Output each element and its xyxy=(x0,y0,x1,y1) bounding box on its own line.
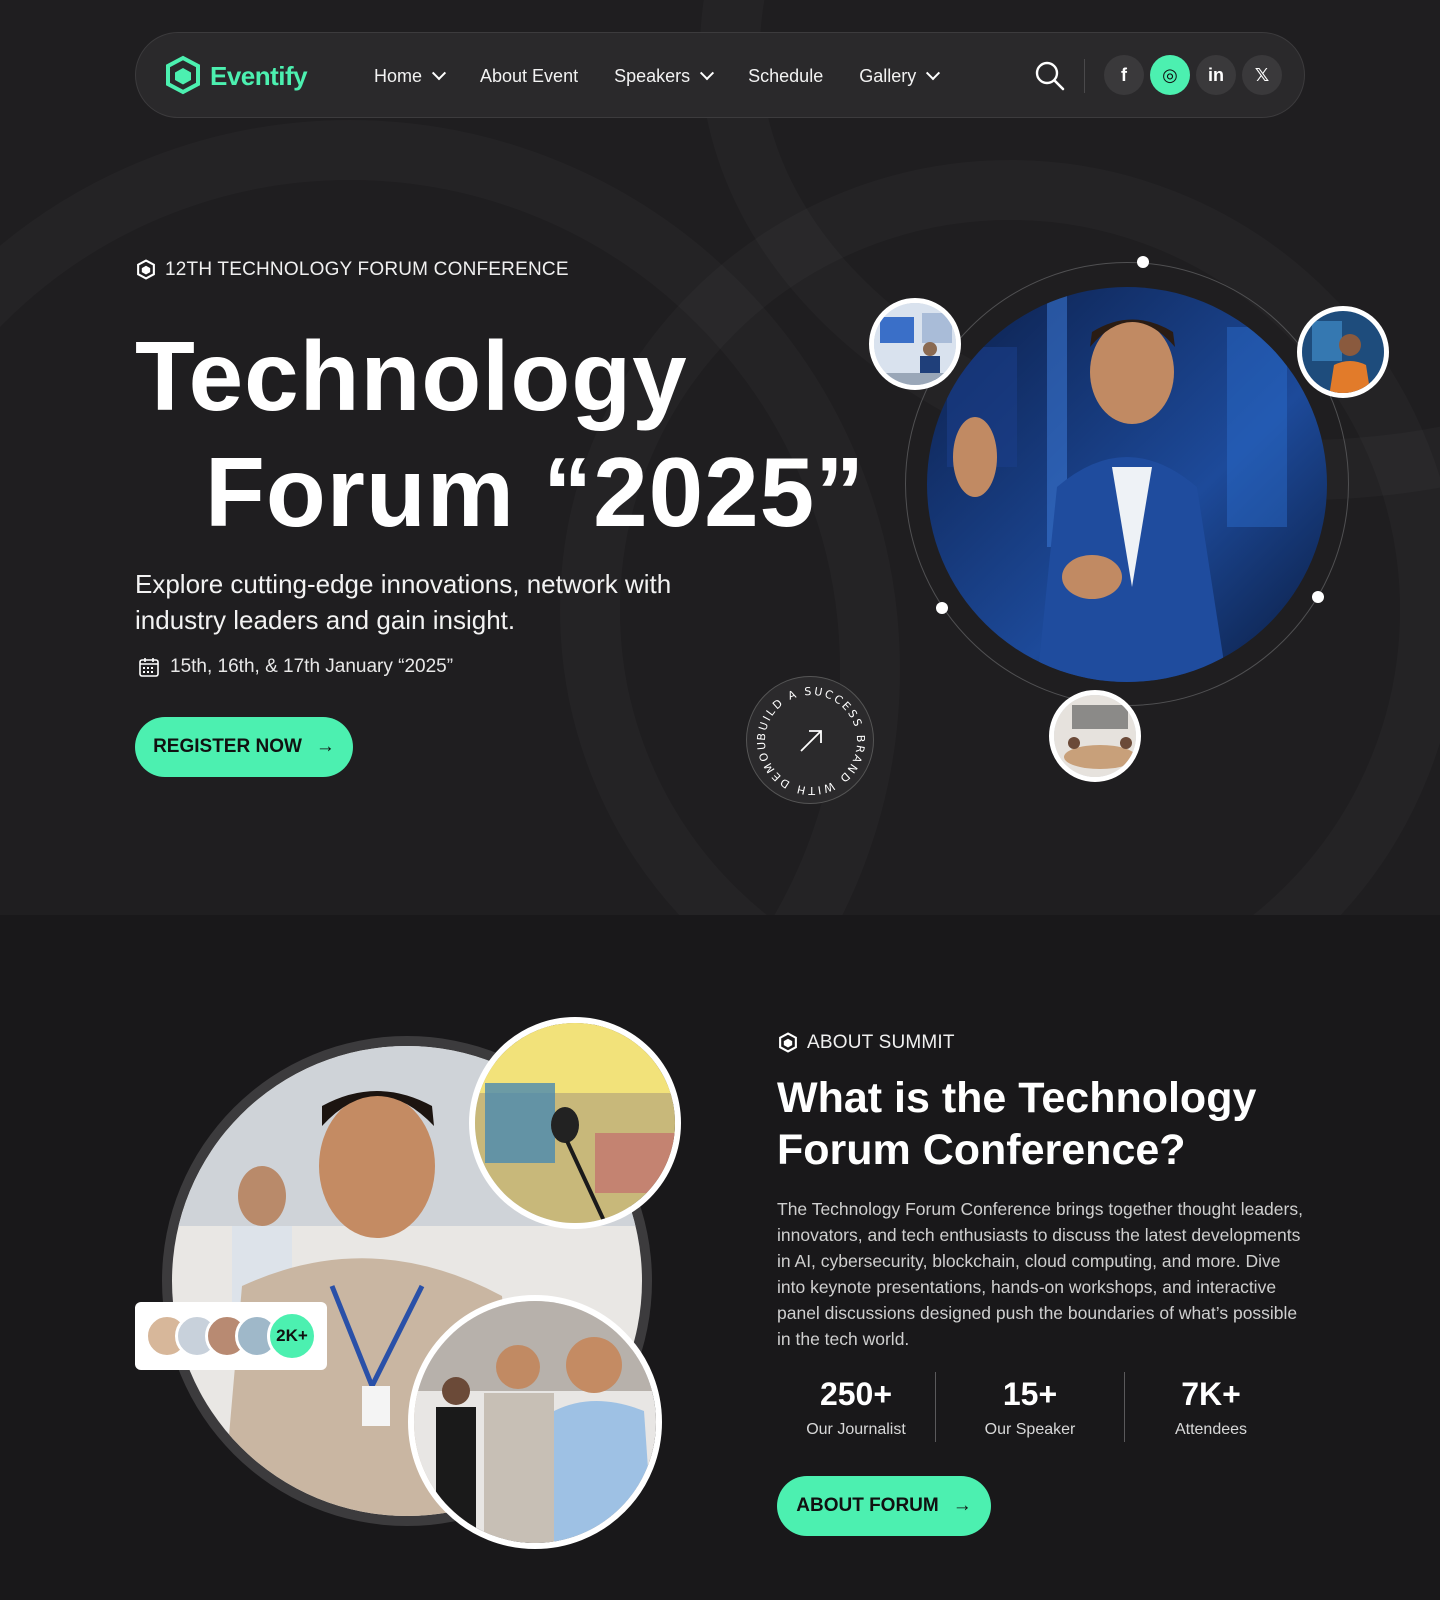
register-now-label: REGISTER NOW xyxy=(153,736,302,757)
keynote-speaker-photo xyxy=(927,287,1327,682)
about-forum-label: ABOUT FORUM xyxy=(796,1495,939,1516)
linkedin-icon[interactable]: in xyxy=(1196,55,1236,95)
calendar-icon xyxy=(139,658,159,677)
chevron-down-icon xyxy=(926,66,941,81)
brand-name: Eventify xyxy=(210,60,308,91)
brand-mark-icon xyxy=(137,259,155,280)
social-links: f ◎ in 𝕏 xyxy=(1104,55,1282,95)
nav-item-gallery[interactable]: Gallery xyxy=(859,65,941,87)
orbit-dot xyxy=(936,602,948,614)
nav-divider xyxy=(1084,59,1085,93)
nav-item-schedule[interactable]: Schedule xyxy=(748,66,823,87)
hero-eyebrow-text: 12TH TECHNOLOGY FORUM CONFERENCE xyxy=(165,259,569,280)
hero-title-line-2: Forum “2025” xyxy=(205,437,866,547)
register-now-button[interactable]: REGISTER NOW → xyxy=(135,717,353,777)
orbit-dot xyxy=(1137,256,1149,268)
about-title: What is the Technology Forum Conference? xyxy=(777,1074,1257,1174)
instagram-icon[interactable]: ◎ xyxy=(1150,55,1190,95)
hero-title: Technology Forum “2025” xyxy=(135,318,865,550)
arrow-right-icon: → xyxy=(952,1495,972,1516)
stat-journalists: 250+ Our Journalist xyxy=(777,1372,935,1442)
stat-label: Our Speaker xyxy=(984,1420,1076,1438)
success-brand-badge[interactable]: BUILD A SUCCESS BRAND WITH DEMOUI xyxy=(744,667,874,804)
stat-attendees: 7K+ Attendees xyxy=(1125,1372,1297,1442)
event-date-text: 15th, 16th, & 17th January “2025” xyxy=(170,656,454,677)
stat-label: Our Journalist xyxy=(806,1420,906,1438)
hero-eyebrow: 12TH TECHNOLOGY FORUM CONFERENCE xyxy=(135,259,569,281)
gallery-thumb-speaker xyxy=(1297,306,1389,398)
x-icon[interactable]: 𝕏 xyxy=(1242,55,1282,95)
svg-text:BUILD A SUCCESS BRAND WITH DEM: BUILD A SUCCESS BRAND WITH DEMOUI xyxy=(747,677,867,797)
search-icon xyxy=(1035,61,1065,91)
stat-label: Attendees xyxy=(1174,1420,1248,1438)
eventify-logo-icon xyxy=(166,55,200,95)
stats-row: 250+ Our Journalist 15+ Our Speaker 7K+ … xyxy=(777,1372,1297,1442)
stat-speakers: 15+ Our Speaker xyxy=(936,1372,1124,1442)
nav-label: Schedule xyxy=(748,65,824,86)
nav-item-about-event[interactable]: About Event xyxy=(480,66,578,87)
gallery-thumb-presentation xyxy=(869,298,961,390)
stat-value: 250+ xyxy=(819,1375,893,1412)
about-description: The Technology Forum Conference brings t… xyxy=(777,1199,1303,1349)
about-eyebrow-text: ABOUT SUMMIT xyxy=(807,1032,955,1053)
chevron-down-icon xyxy=(700,66,715,81)
orbit-dot xyxy=(1312,591,1324,603)
brand-logo[interactable]: Eventify xyxy=(162,55,308,97)
stat-value: 7K+ xyxy=(1181,1375,1241,1412)
about-photo-microphone xyxy=(469,1017,681,1229)
hero-subtitle: Explore cutting-edge innovations, networ… xyxy=(135,569,672,635)
hero-title-line-1: Technology xyxy=(135,321,688,431)
about-forum-button[interactable]: ABOUT FORUM → xyxy=(777,1476,991,1536)
main-menu: Home About Event Speakers Schedule Galle… xyxy=(374,33,974,119)
facebook-icon[interactable]: f xyxy=(1104,55,1144,95)
attendee-count-badge: 2K+ xyxy=(267,1311,317,1361)
nav-item-speakers[interactable]: Speakers xyxy=(614,65,715,87)
about-photo-panel xyxy=(408,1295,662,1549)
nav-label: Gallery xyxy=(859,65,917,86)
brand-mark-icon xyxy=(779,1032,797,1053)
gallery-thumb-meeting xyxy=(1049,690,1141,782)
badge-circular-text: BUILD A SUCCESS BRAND WITH DEMOUI xyxy=(744,667,865,797)
search-button[interactable] xyxy=(1034,60,1066,92)
chevron-down-icon xyxy=(431,66,447,81)
event-date: 15th, 16th, & 17th January “2025” xyxy=(138,656,453,678)
nav-label: Speakers xyxy=(614,65,691,86)
arrow-right-icon: → xyxy=(315,736,335,757)
about-eyebrow: ABOUT SUMMIT xyxy=(777,1032,955,1054)
stat-value: 15+ xyxy=(1002,1375,1058,1412)
attendee-avatars: 2K+ xyxy=(135,1302,327,1370)
top-navbar: Eventify Home About Event Speakers Sched… xyxy=(135,32,1305,118)
nav-label: Home xyxy=(374,65,423,86)
nav-label: About Event xyxy=(480,65,579,86)
nav-item-home[interactable]: Home xyxy=(374,65,447,87)
